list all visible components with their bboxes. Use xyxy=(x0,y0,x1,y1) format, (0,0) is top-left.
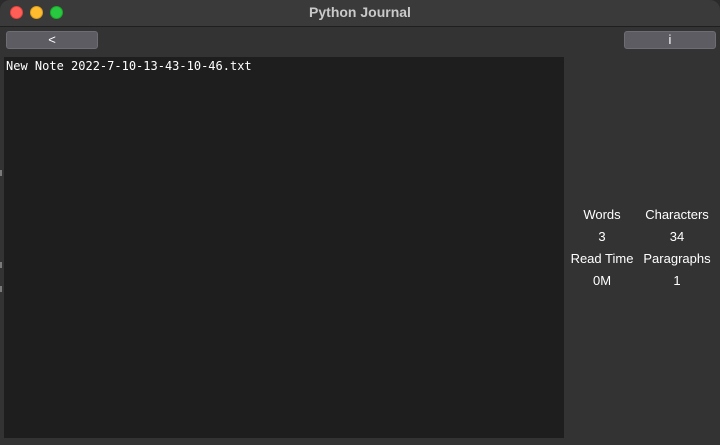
window-edge-mark xyxy=(0,262,2,268)
title-bar[interactable]: Python Journal xyxy=(0,0,720,27)
info-button[interactable]: i xyxy=(624,31,716,49)
window-edge-mark xyxy=(0,170,2,176)
words-label: Words xyxy=(583,207,621,222)
window-edge-mark xyxy=(0,286,2,292)
characters-label: Characters xyxy=(645,207,709,222)
minimize-window-button[interactable] xyxy=(30,6,43,19)
back-button[interactable]: < xyxy=(6,31,98,49)
window-title: Python Journal xyxy=(309,4,411,20)
stats-panel: Words Characters 3 34 Read Time Paragrap… xyxy=(566,204,716,292)
read-time-label: Read Time xyxy=(570,251,634,266)
note-editor[interactable]: New Note 2022-7-10-13-43-10-46.txt xyxy=(4,57,564,438)
app-window: Python Journal < i New Note 2022-7-10-13… xyxy=(0,0,720,445)
zoom-window-button[interactable] xyxy=(50,6,63,19)
paragraphs-label: Paragraphs xyxy=(643,251,711,266)
read-time-value: 0M xyxy=(592,273,612,288)
paragraphs-value: 1 xyxy=(673,273,681,288)
close-window-button[interactable] xyxy=(10,6,23,19)
characters-value: 34 xyxy=(669,229,685,244)
words-value: 3 xyxy=(598,229,606,244)
